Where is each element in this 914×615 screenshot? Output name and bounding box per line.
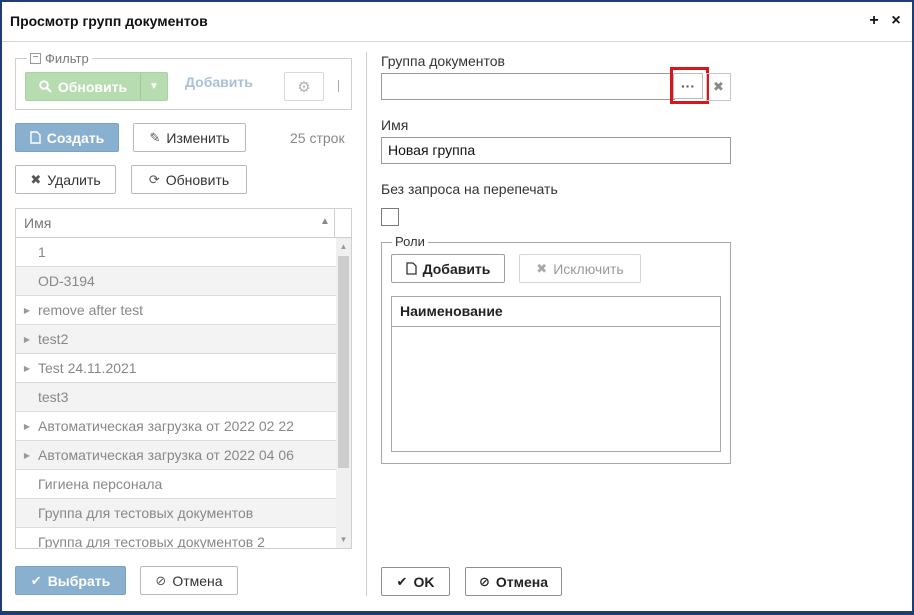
- close-button[interactable]: ×: [886, 10, 906, 32]
- row-label: Автоматическая загрузка от 2022 04 06: [38, 447, 294, 463]
- groups-grid: Имя ▲ 1 OD-3194 ▶ remove after test ▶ test2 ▶ T…: [15, 208, 352, 549]
- scrollbar-thumb[interactable]: [338, 256, 349, 468]
- dialog-title: Просмотр групп документов: [10, 13, 208, 29]
- clear-button[interactable]: ✖: [706, 73, 731, 101]
- check-icon: ✔: [30, 572, 42, 588]
- refresh-icon: ⟳: [148, 171, 160, 187]
- delete-button[interactable]: ✖ Удалить: [15, 165, 116, 194]
- edit-button[interactable]: ✎ Изменить: [133, 123, 246, 152]
- edit-label: Изменить: [166, 129, 230, 146]
- table-row[interactable]: Группа для тестовых документов: [16, 499, 336, 528]
- noreprint-checkbox[interactable]: [381, 208, 399, 226]
- row-label: Группа для тестовых документов: [38, 505, 254, 521]
- row-count: 25 строк: [290, 130, 345, 146]
- filter-refresh-split-button[interactable]: Обновить ▼: [25, 72, 168, 101]
- vertical-scrollbar[interactable]: ▲ ▼: [336, 238, 351, 548]
- row-label: Автоматическая загрузка от 2022 02 22: [38, 418, 294, 434]
- select-button[interactable]: ✔ Выбрать: [15, 566, 126, 595]
- ok-label: OK: [413, 573, 435, 590]
- cancel-icon: ⊘: [155, 572, 167, 588]
- pencil-icon: ✎: [149, 129, 161, 145]
- filter-settings-button[interactable]: ⚙: [284, 72, 324, 101]
- row-label: 1: [38, 244, 46, 260]
- refresh-label: Обновить: [165, 171, 230, 188]
- expand-arrow-icon[interactable]: ▶: [16, 306, 38, 315]
- expand-arrow-icon[interactable]: ▶: [16, 451, 38, 460]
- highlight-marker: [670, 67, 709, 104]
- row-label: Гигиена персонала: [38, 476, 163, 492]
- roles-column-header[interactable]: Наименование: [392, 297, 720, 327]
- select-label: Выбрать: [47, 572, 111, 589]
- scroll-up-icon[interactable]: ▲: [336, 240, 351, 254]
- row-label: Группа для тестовых документов 2: [38, 534, 265, 549]
- left-cancel-label: Отмена: [172, 572, 223, 589]
- table-row[interactable]: 1: [16, 238, 336, 267]
- filter-add-button[interactable]: Добавить: [185, 74, 253, 90]
- group-field-label: Группа документов: [381, 53, 505, 69]
- roles-exclude-button[interactable]: ✖ Исключить: [519, 254, 641, 283]
- ok-button[interactable]: ✔ OK: [381, 567, 450, 596]
- filter-refresh-label: Обновить: [57, 78, 128, 95]
- scroll-down-icon[interactable]: ▼: [336, 533, 351, 547]
- filter-legend[interactable]: − Фильтр: [27, 51, 92, 66]
- cross-icon: ✖: [30, 171, 42, 187]
- table-row[interactable]: ▶ Автоматическая загрузка от 2022 04 06: [16, 441, 336, 470]
- gear-icon: ⚙: [297, 78, 311, 96]
- new-document-icon: [30, 131, 41, 144]
- row-label: remove after test: [38, 302, 144, 318]
- search-icon: [39, 80, 52, 93]
- name-field-label: Имя: [381, 117, 409, 133]
- table-row[interactable]: test3: [16, 383, 336, 412]
- maximize-button[interactable]: +: [864, 10, 884, 32]
- name-input[interactable]: Новая группа: [381, 137, 731, 164]
- clear-icon: ✖: [713, 79, 724, 94]
- left-cancel-button[interactable]: ⊘ Отмена: [140, 566, 238, 595]
- table-row[interactable]: ▶ Автоматическая загрузка от 2022 02 22: [16, 412, 336, 441]
- table-row[interactable]: ▶ Test 24.11.2021: [16, 354, 336, 383]
- toolbar-overflow-marker: [338, 80, 339, 92]
- refresh-button[interactable]: ⟳ Обновить: [131, 165, 247, 194]
- check-icon: ✔: [396, 573, 408, 589]
- create-button[interactable]: Создать: [15, 123, 119, 152]
- cross-icon: ✖: [536, 260, 548, 276]
- column-header-name[interactable]: Имя: [24, 215, 51, 231]
- table-row[interactable]: Гигиена персонала: [16, 470, 336, 499]
- right-cancel-button[interactable]: ⊘ Отмена: [465, 567, 562, 596]
- roles-exclude-label: Исключить: [553, 260, 624, 277]
- roles-add-label: Добавить: [422, 260, 491, 277]
- right-cancel-label: Отмена: [495, 573, 549, 590]
- cancel-icon: ⊘: [478, 573, 490, 589]
- expand-arrow-icon[interactable]: ▶: [16, 364, 38, 373]
- chevron-down-icon[interactable]: ▼: [141, 73, 167, 100]
- panel-divider: [366, 52, 367, 596]
- noreprint-label: Без запроса на перепечать: [381, 181, 558, 197]
- table-row[interactable]: ▶ remove after test: [16, 296, 336, 325]
- grid-header: Имя ▲: [16, 209, 351, 238]
- roles-add-button[interactable]: Добавить: [391, 254, 505, 283]
- expand-arrow-icon[interactable]: ▶: [16, 422, 38, 431]
- table-row[interactable]: Группа для тестовых документов 2: [16, 528, 336, 549]
- row-label: test2: [38, 331, 69, 347]
- expand-arrow-icon[interactable]: ▶: [16, 335, 38, 344]
- column-separator: [334, 209, 335, 237]
- delete-label: Удалить: [47, 171, 101, 188]
- row-label: Test 24.11.2021: [38, 360, 137, 376]
- table-row[interactable]: ▶ test2: [16, 325, 336, 354]
- collapse-icon[interactable]: −: [30, 53, 41, 64]
- filter-legend-label: Фильтр: [45, 51, 89, 66]
- create-label: Создать: [46, 129, 105, 146]
- row-label: test3: [38, 389, 69, 405]
- grid-body: 1 OD-3194 ▶ remove after test ▶ test2 ▶ Test 24…: [16, 238, 336, 549]
- roles-legend: Роли: [392, 234, 428, 249]
- filter-refresh-button[interactable]: Обновить: [26, 73, 141, 100]
- group-field[interactable]: [381, 73, 675, 100]
- new-document-icon: [405, 262, 417, 275]
- table-row[interactable]: OD-3194: [16, 267, 336, 296]
- title-bar: Просмотр групп документов + ×: [2, 2, 912, 42]
- roles-grid: Наименование: [391, 296, 721, 452]
- row-label: OD-3194: [38, 273, 95, 289]
- sort-ascending-icon[interactable]: ▲: [320, 216, 330, 227]
